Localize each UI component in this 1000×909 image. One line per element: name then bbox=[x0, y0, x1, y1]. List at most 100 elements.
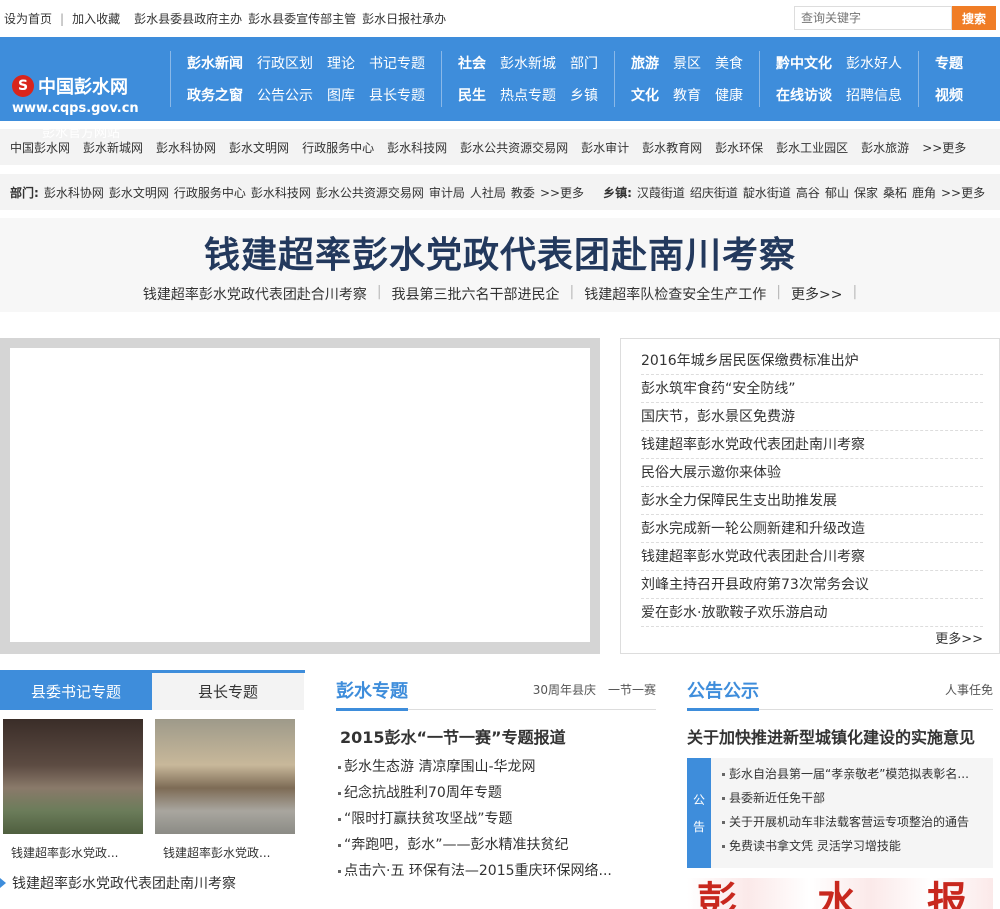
dept-link[interactable]: 彭水公共资源交易网 bbox=[316, 184, 424, 201]
add-favorite-link[interactable]: 加入收藏 bbox=[72, 10, 120, 27]
news-item[interactable]: 彭水筑牢食药“安全防线” bbox=[641, 375, 983, 403]
nav-item[interactable]: 社会 bbox=[458, 53, 486, 73]
photo-card[interactable]: 钱建超率彭水党政... bbox=[155, 719, 295, 861]
tab-secretary[interactable]: 县委书记专题 bbox=[0, 673, 152, 710]
topic-item[interactable]: 点击六·五 环保有法—2015重庆环保网络... bbox=[336, 858, 656, 884]
nav-item[interactable]: 图库 bbox=[327, 85, 355, 105]
more-link[interactable]: 更多>> bbox=[935, 628, 983, 647]
news-item[interactable]: 彭水完成新一轮公厕新建和升级改造 bbox=[641, 515, 983, 543]
town-link[interactable]: 汉葭街道 bbox=[637, 184, 685, 201]
sub-headline-link[interactable]: 更多>> bbox=[791, 284, 842, 304]
site-logo[interactable]: S 中国彭水网 www.cqps.gov.cn 彭水官方网站 bbox=[0, 37, 170, 141]
nav-item[interactable]: 彭水新闻 bbox=[187, 53, 243, 73]
tab-county-head[interactable]: 县长专题 bbox=[152, 673, 304, 710]
nav-item[interactable]: 黔中文化 bbox=[776, 53, 832, 73]
site-link[interactable]: 彭水文明网 bbox=[229, 139, 289, 156]
site-link[interactable]: >>更多 bbox=[922, 139, 966, 156]
nav-item[interactable]: 书记专题 bbox=[369, 53, 425, 73]
dept-link[interactable]: 彭水科技网 bbox=[251, 184, 311, 201]
site-link[interactable]: 彭水新城网 bbox=[83, 139, 143, 156]
nav-item[interactable]: 民生 bbox=[458, 85, 486, 105]
headline-title[interactable]: 钱建超率彭水党政代表团赴南川考察 bbox=[0, 218, 1000, 278]
site-link[interactable]: 彭水科技网 bbox=[387, 139, 447, 156]
topic-headline[interactable]: 2015彭水“一节一赛”专题报道 bbox=[336, 724, 656, 748]
topic-item[interactable]: “奔跑吧，彭水”——彭水精准扶贫纪 bbox=[336, 832, 656, 858]
site-link[interactable]: 彭水工业园区 bbox=[776, 139, 848, 156]
news-item[interactable]: 钱建超率彭水党政代表团赴合川考察 bbox=[641, 543, 983, 571]
nav-item[interactable]: 行政区划 bbox=[257, 53, 313, 73]
set-home-link[interactable]: 设为首页 bbox=[4, 10, 52, 27]
nav-item[interactable]: 专题 bbox=[935, 53, 963, 73]
town-link[interactable]: 靛水街道 bbox=[743, 184, 791, 201]
notice-item[interactable]: 关于开展机动车非法载客营运专项整治的通告 bbox=[721, 810, 993, 834]
sub-headline-link[interactable]: 我县第三批六名干部进民企 bbox=[392, 284, 560, 304]
news-item[interactable]: 刘峰主持召开县政府第73次常务会议 bbox=[641, 571, 983, 599]
dept-link[interactable]: 彭水文明网 bbox=[109, 184, 169, 201]
topic-item[interactable]: 纪念抗战胜利70周年专题 bbox=[336, 780, 656, 806]
news-item[interactable]: 2016年城乡居民医保缴费标准出炉 bbox=[641, 347, 983, 375]
dept-link[interactable]: 彭水科协网 bbox=[44, 184, 104, 201]
nav-item[interactable]: 政务之窗 bbox=[187, 85, 243, 105]
sub-headline-link[interactable]: 钱建超率彭水党政代表团赴合川考察 bbox=[143, 284, 367, 304]
image-slider[interactable] bbox=[0, 338, 600, 654]
site-link[interactable]: 彭水教育网 bbox=[642, 139, 702, 156]
town-link[interactable]: 桑柘 bbox=[883, 184, 907, 201]
site-link[interactable]: 彭水公共资源交易网 bbox=[460, 139, 568, 156]
nav-item[interactable]: 理论 bbox=[327, 53, 355, 73]
news-item[interactable]: 国庆节，彭水景区免费游 bbox=[641, 403, 983, 431]
news-item[interactable]: 民俗大展示邀你来体验 bbox=[641, 459, 983, 487]
topic-item[interactable]: “限时打赢扶贫攻坚战”专题 bbox=[336, 806, 656, 832]
section-title[interactable]: 公告公示 bbox=[687, 671, 759, 711]
nav-item[interactable]: 教育 bbox=[673, 85, 701, 105]
dept-link[interactable]: 审计局 bbox=[429, 184, 465, 201]
header-link[interactable]: 人事任免 bbox=[945, 681, 993, 698]
search-button[interactable]: 搜索 bbox=[952, 6, 996, 30]
site-link[interactable]: 彭水审计 bbox=[581, 139, 629, 156]
dept-link[interactable]: 教委 bbox=[511, 184, 535, 201]
search-input[interactable] bbox=[794, 6, 952, 30]
section-title[interactable]: 彭水专题 bbox=[336, 671, 408, 711]
town-link[interactable]: 绍庆街道 bbox=[690, 184, 738, 201]
announcement-headline[interactable]: 关于加快推进新型城镇化建设的实施意见 bbox=[687, 724, 993, 748]
nav-item[interactable]: 景区 bbox=[673, 53, 701, 73]
topic-item[interactable]: 彭水生态游 清凉摩围山-华龙网 bbox=[336, 754, 656, 780]
nav-item[interactable]: 部门 bbox=[570, 53, 598, 73]
site-link[interactable]: 彭水环保 bbox=[715, 139, 763, 156]
dept-link[interactable]: 行政服务中心 bbox=[174, 184, 246, 201]
nav-item[interactable]: 健康 bbox=[715, 85, 743, 105]
nav-item[interactable]: 视频 bbox=[935, 85, 963, 105]
news-item[interactable]: 彭水全力保障民生支出助推发展 bbox=[641, 487, 983, 515]
dept-link[interactable]: 人社局 bbox=[470, 184, 506, 201]
town-link[interactable]: 保家 bbox=[854, 184, 878, 201]
site-link[interactable]: 中国彭水网 bbox=[10, 139, 70, 156]
site-link[interactable]: 行政服务中心 bbox=[302, 139, 374, 156]
photo-card[interactable]: 钱建超率彭水党政... bbox=[3, 719, 143, 861]
nav-item[interactable]: 县长专题 bbox=[369, 85, 425, 105]
nav-item[interactable]: 旅游 bbox=[631, 53, 659, 73]
nav-item[interactable]: 公告公示 bbox=[257, 85, 313, 105]
notice-item[interactable]: 免费读书拿文凭 灵活学习增技能 bbox=[721, 834, 993, 858]
header-link[interactable]: 一节一赛 bbox=[608, 681, 656, 698]
nav-item[interactable]: 美食 bbox=[715, 53, 743, 73]
town-link[interactable]: 郁山 bbox=[825, 184, 849, 201]
site-link[interactable]: 彭水科协网 bbox=[156, 139, 216, 156]
site-link[interactable]: 彭水旅游 bbox=[861, 139, 909, 156]
town-link[interactable]: 高谷 bbox=[796, 184, 820, 201]
nav-item[interactable]: 文化 bbox=[631, 85, 659, 105]
nav-item[interactable]: 招聘信息 bbox=[846, 85, 902, 105]
news-item[interactable]: 爱在彭水·放歌鞍子欢乐游启动 bbox=[641, 599, 983, 627]
notice-item[interactable]: 县委新近任免干部 bbox=[721, 786, 993, 810]
header-link[interactable]: 30周年县庆 bbox=[533, 681, 596, 698]
town-link[interactable]: 鹿角 bbox=[912, 184, 936, 201]
nav-item[interactable]: 热点专题 bbox=[500, 85, 556, 105]
nav-item[interactable]: 乡镇 bbox=[570, 85, 598, 105]
topic-link[interactable]: 钱建超率彭水党政代表团赴南川考察 bbox=[0, 873, 305, 893]
news-item[interactable]: 钱建超率彭水党政代表团赴南川考察 bbox=[641, 431, 983, 459]
notice-item[interactable]: 彭水自治县第一届“孝亲敬老”模范拟表彰名... bbox=[721, 762, 993, 786]
banner-image[interactable]: 彭水报 bbox=[687, 878, 993, 909]
dept-link[interactable]: >>更多 bbox=[540, 184, 584, 201]
sub-headline-link[interactable]: 钱建超率队检查安全生产工作 bbox=[584, 284, 766, 304]
nav-item[interactable]: 彭水好人 bbox=[846, 53, 902, 73]
town-link[interactable]: >>更多 bbox=[941, 184, 985, 201]
nav-item[interactable]: 彭水新城 bbox=[500, 53, 556, 73]
